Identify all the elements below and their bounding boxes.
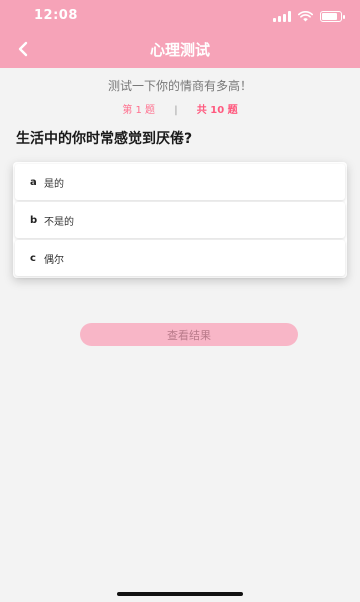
page-title: 心理测试 <box>149 41 210 59</box>
signal-icon <box>273 10 291 22</box>
total-questions-label: 共 10 题 <box>196 105 238 116</box>
option-b[interactable]: b 不是的 <box>15 202 345 238</box>
view-results-button[interactable]: 查看结果 <box>80 323 298 346</box>
battery-icon <box>320 10 345 22</box>
option-letter: b <box>30 214 38 226</box>
option-a[interactable]: a 是的 <box>15 164 345 200</box>
status-icons <box>273 9 345 23</box>
home-indicator[interactable] <box>117 592 243 596</box>
option-text: 是的 <box>44 178 64 190</box>
status-bar: 12:08 <box>0 0 360 30</box>
option-text: 不是的 <box>44 216 74 228</box>
option-c[interactable]: c 偶尔 <box>15 240 345 276</box>
option-letter: c <box>30 252 36 264</box>
current-question-label: 第 1 题 <box>122 105 156 116</box>
option-letter: a <box>30 176 37 188</box>
option-text: 偶尔 <box>44 254 64 266</box>
question-progress: 第 1 题 | 共 10 题 <box>0 101 360 116</box>
nav-bar: 心理测试 <box>0 30 360 68</box>
options-card: a 是的 b 不是的 c 偶尔 <box>13 162 347 278</box>
wifi-icon <box>298 10 313 21</box>
quiz-subtitle: 测试一下你的情商有多高！ <box>107 79 252 93</box>
question-text: 生活中的你时常感觉到厌倦? <box>16 131 193 147</box>
status-time: 12:08 <box>34 8 78 23</box>
progress-separator: | <box>174 105 178 116</box>
